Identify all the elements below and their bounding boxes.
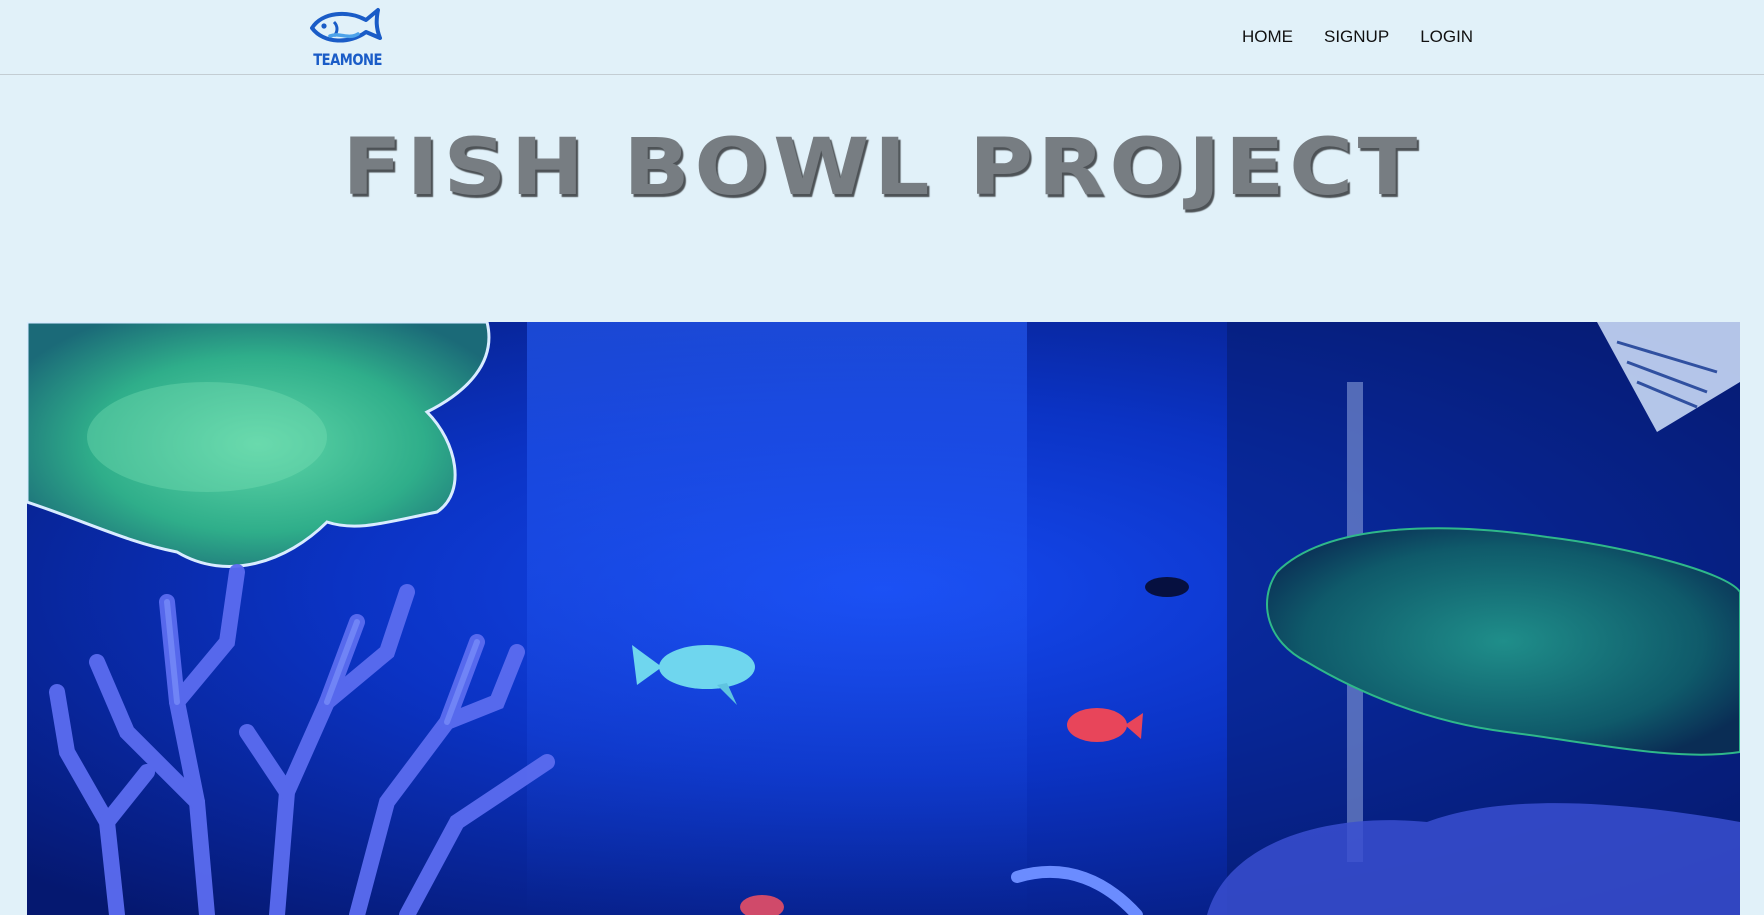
fish-icon <box>310 8 382 43</box>
nav-login-link[interactable]: LOGIN <box>1420 27 1473 47</box>
nav-menu: HOME SIGNUP LOGIN <box>1242 27 1473 47</box>
navbar: TEAMONE HOME SIGNUP LOGIN <box>0 0 1764 75</box>
page-title: FISH BOWL PROJECT <box>342 123 1422 213</box>
aquarium-image <box>27 322 1740 915</box>
logo-text: TEAMONE <box>313 50 382 69</box>
nav-home-link[interactable]: HOME <box>1242 27 1293 47</box>
page: TEAMONE HOME SIGNUP LOGIN FISH BOWL PROJ… <box>0 0 1764 915</box>
nav-signup-link[interactable]: SIGNUP <box>1324 27 1389 47</box>
logo[interactable]: TEAMONE <box>306 6 386 70</box>
